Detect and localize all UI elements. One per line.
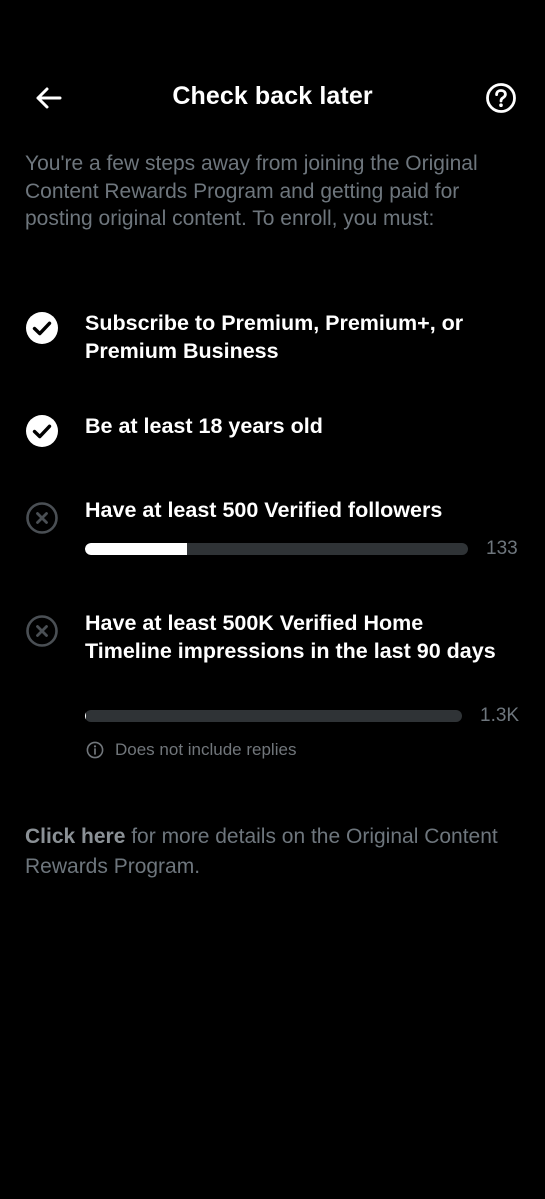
followers-progress-bar bbox=[85, 543, 468, 555]
requirement-label: Have at least 500 Verified followers bbox=[85, 498, 443, 522]
x-circle-icon bbox=[26, 502, 58, 534]
impressions-progress-fill bbox=[85, 710, 86, 722]
impressions-note: Does not include replies bbox=[86, 740, 296, 760]
requirement-label: Have at least 500K Verified Home Timelin… bbox=[85, 611, 496, 663]
check-circle-icon bbox=[26, 415, 58, 447]
impressions-progress-bar bbox=[85, 710, 462, 722]
impressions-count: 1.3K bbox=[480, 705, 520, 726]
intro-text: You're a few steps away from joining the… bbox=[25, 152, 478, 230]
help-button[interactable] bbox=[481, 78, 521, 118]
footer-text: Click here for more details on the Origi… bbox=[25, 822, 520, 882]
followers-progress-fill bbox=[85, 543, 187, 555]
question-circle-icon bbox=[486, 83, 516, 113]
followers-count: 133 bbox=[486, 538, 518, 559]
requirement-label: Be at least 18 years old bbox=[85, 414, 323, 438]
requirement-label: Subscribe to Premium, Premium+, or Premi… bbox=[85, 311, 464, 363]
page-title: Check back later bbox=[172, 82, 373, 110]
info-icon bbox=[86, 741, 104, 759]
click-here-link[interactable]: Click here bbox=[25, 825, 125, 848]
check-circle-icon bbox=[26, 312, 58, 344]
top-app-bar: Check back later bbox=[0, 60, 545, 136]
x-circle-icon bbox=[26, 615, 58, 647]
note-text: Does not include replies bbox=[115, 740, 297, 759]
